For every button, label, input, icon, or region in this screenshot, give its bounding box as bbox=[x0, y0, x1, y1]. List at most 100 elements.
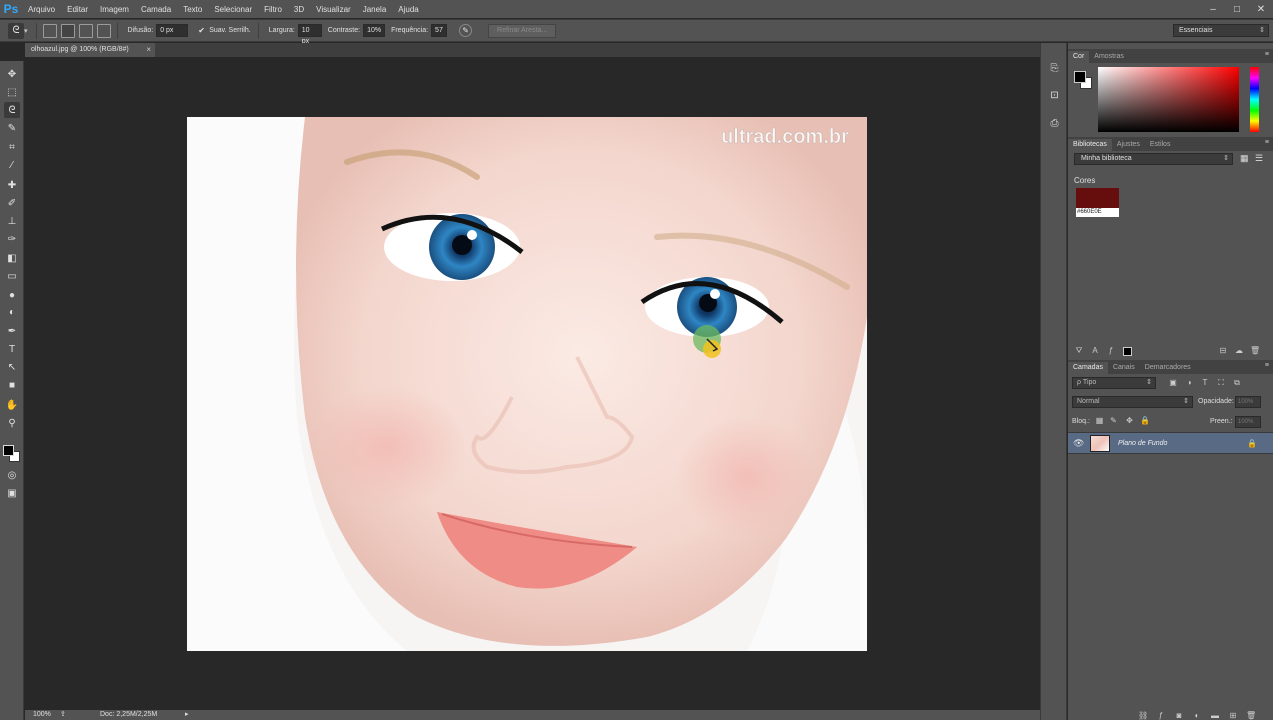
menu-imagem[interactable]: Imagem bbox=[94, 5, 135, 14]
lock-pixels-icon[interactable]: ✎ bbox=[1109, 416, 1118, 426]
add-layer-style-icon[interactable]: ƒ bbox=[1106, 346, 1116, 356]
tab-cor[interactable]: Cor bbox=[1068, 51, 1090, 63]
list-view-icon[interactable]: ☰ bbox=[1255, 153, 1265, 163]
subtract-selection-icon[interactable] bbox=[78, 23, 93, 38]
pen-tool[interactable]: ✒ bbox=[4, 323, 20, 339]
opacity-input[interactable]: 100% bbox=[1235, 396, 1261, 408]
menu-ajuda[interactable]: Ajuda bbox=[392, 5, 424, 14]
width-input[interactable]: 10 px bbox=[297, 24, 322, 45]
library-color-swatch[interactable] bbox=[1076, 188, 1119, 208]
properties-panel-icon[interactable]: ⊡ bbox=[1047, 88, 1062, 103]
minimize-button[interactable]: – bbox=[1201, 0, 1225, 18]
layer-lock-icon[interactable]: 🔒 bbox=[1247, 433, 1257, 454]
new-group-icon[interactable]: ▬ bbox=[1210, 711, 1220, 720]
pen-pressure-icon[interactable]: ✎ bbox=[459, 24, 473, 37]
quick-mask-tool[interactable]: ◎ bbox=[4, 467, 20, 483]
lasso-tool[interactable]: ᘓ bbox=[4, 102, 20, 118]
gradient-tool[interactable]: ▭ bbox=[4, 268, 20, 284]
maximize-button[interactable]: □ bbox=[1225, 0, 1249, 18]
frequency-input[interactable]: 57 bbox=[431, 24, 448, 37]
panel-menu-icon[interactable]: ≡ bbox=[1265, 51, 1269, 58]
visibility-eye-icon[interactable]: 👁 bbox=[1073, 437, 1085, 449]
eyedropper-tool[interactable]: ⁄ bbox=[4, 157, 20, 173]
zoom-tool[interactable]: ⚲ bbox=[4, 415, 20, 431]
layer-name[interactable]: Plano de Fundo bbox=[1118, 433, 1167, 454]
tab-camadas[interactable]: Camadas bbox=[1068, 362, 1108, 374]
panel-menu-icon[interactable]: ≡ bbox=[1265, 362, 1269, 369]
library-stock-icon[interactable]: ⊟ bbox=[1218, 346, 1228, 356]
preset-chevron-icon[interactable]: ▾ bbox=[24, 27, 28, 35]
lasso-preset-icon[interactable]: ᘓ bbox=[8, 22, 24, 39]
filter-pixel-icon[interactable]: ▣ bbox=[1168, 377, 1178, 388]
blur-tool[interactable]: ● bbox=[4, 287, 20, 303]
menu-camada[interactable]: Camada bbox=[135, 5, 177, 14]
contrast-input[interactable]: 10% bbox=[363, 24, 386, 37]
tab-demarcadores[interactable]: Demarcadores bbox=[1140, 362, 1196, 374]
move-tool[interactable]: ✥ bbox=[4, 66, 20, 82]
hand-tool[interactable]: ✋ bbox=[4, 397, 20, 413]
lock-all-icon[interactable]: 🔒 bbox=[1140, 416, 1150, 426]
add-text-style-icon[interactable]: A bbox=[1090, 346, 1100, 356]
hue-slider[interactable] bbox=[1250, 67, 1259, 132]
document-image[interactable]: ultrad.com.br bbox=[187, 117, 867, 651]
tab-canais[interactable]: Canais bbox=[1108, 362, 1140, 374]
menu-3d[interactable]: 3D bbox=[288, 5, 310, 14]
canvas-area[interactable]: ultrad.com.br bbox=[25, 57, 1028, 710]
lock-transparent-icon[interactable]: ▦ bbox=[1095, 416, 1104, 426]
panel-menu-icon[interactable]: ≡ bbox=[1265, 139, 1269, 146]
foreground-color[interactable] bbox=[1074, 71, 1086, 83]
add-selection-icon[interactable] bbox=[60, 23, 75, 38]
intersect-selection-icon[interactable] bbox=[96, 23, 111, 38]
tab-estilos[interactable]: Estilos bbox=[1145, 139, 1176, 151]
anti-alias-checkbox[interactable]: ✔ bbox=[198, 26, 207, 35]
healing-brush-tool[interactable]: ✚ bbox=[4, 177, 20, 193]
history-brush-tool[interactable]: ✑ bbox=[4, 231, 20, 247]
clone-stamp-tool[interactable]: ⊥ bbox=[4, 213, 20, 229]
close-tab-icon[interactable]: × bbox=[146, 43, 151, 57]
foreground-color-swatch[interactable] bbox=[3, 445, 14, 456]
color-spectrum[interactable] bbox=[1098, 67, 1239, 132]
layer-style-icon[interactable]: ƒ bbox=[1156, 711, 1166, 720]
add-color-icon[interactable] bbox=[1123, 347, 1132, 356]
menu-visualizar[interactable]: Visualizar bbox=[310, 5, 357, 14]
menu-selecionar[interactable]: Selecionar bbox=[208, 5, 258, 14]
workspace-select[interactable]: Essenciais bbox=[1173, 24, 1269, 37]
zoom-level[interactable]: 100% bbox=[33, 710, 51, 720]
delete-layer-icon[interactable]: 🗑 bbox=[1246, 711, 1256, 720]
new-layer-icon[interactable]: ⊞ bbox=[1228, 711, 1238, 720]
history-panel-icon[interactable]: ⎘ bbox=[1047, 61, 1062, 76]
path-selection-tool[interactable]: ↖ bbox=[4, 359, 20, 375]
new-selection-icon[interactable] bbox=[42, 23, 57, 38]
library-select[interactable]: Minha biblioteca bbox=[1074, 153, 1233, 165]
filter-type-icon[interactable]: T bbox=[1200, 377, 1210, 388]
link-layers-icon[interactable]: ⛓ bbox=[1138, 711, 1148, 720]
menu-filtro[interactable]: Filtro bbox=[258, 5, 288, 14]
quick-selection-tool[interactable]: ✎ bbox=[4, 120, 20, 136]
menu-texto[interactable]: Texto bbox=[177, 5, 208, 14]
library-delete-icon[interactable]: 🗑 bbox=[1250, 346, 1260, 356]
menu-editar[interactable]: Editar bbox=[61, 5, 94, 14]
dodge-tool[interactable]: ◐ bbox=[4, 304, 20, 320]
add-graphic-icon[interactable]: ⛛ bbox=[1074, 346, 1084, 356]
close-window-button[interactable]: ✕ bbox=[1249, 0, 1273, 18]
brush-tool[interactable]: ✐ bbox=[4, 195, 20, 211]
blend-mode-select[interactable]: Normal bbox=[1072, 396, 1193, 408]
layer-filter-select[interactable]: ρ Tipo bbox=[1072, 377, 1156, 389]
eraser-tool[interactable]: ◧ bbox=[4, 250, 20, 266]
adjustment-layer-icon[interactable]: ◐ bbox=[1192, 711, 1202, 720]
crop-tool[interactable]: ⌗ bbox=[4, 139, 20, 155]
export-icon[interactable]: ⇪ bbox=[60, 710, 66, 720]
layer-row[interactable]: 👁 Plano de Fundo 🔒 bbox=[1068, 432, 1273, 454]
menu-arquivo[interactable]: Arquivo bbox=[22, 5, 61, 14]
fill-input[interactable]: 100% bbox=[1235, 416, 1261, 428]
tab-bibliotecas[interactable]: Bibliotecas bbox=[1068, 139, 1112, 151]
filter-adjustment-icon[interactable]: ◑ bbox=[1184, 377, 1194, 388]
screen-mode-tool[interactable]: ▣ bbox=[4, 485, 20, 501]
filter-smart-icon[interactable]: ⧉ bbox=[1232, 377, 1242, 388]
tab-ajustes[interactable]: Ajustes bbox=[1112, 139, 1145, 151]
status-menu-arrow[interactable]: ▸ bbox=[185, 710, 189, 720]
lock-position-icon[interactable]: ✥ bbox=[1125, 416, 1134, 426]
feather-input[interactable]: 0 px bbox=[156, 24, 189, 37]
marquee-tool[interactable]: ⬚ bbox=[4, 84, 20, 100]
refine-edge-button[interactable]: Refinar Aresta... bbox=[488, 23, 557, 38]
